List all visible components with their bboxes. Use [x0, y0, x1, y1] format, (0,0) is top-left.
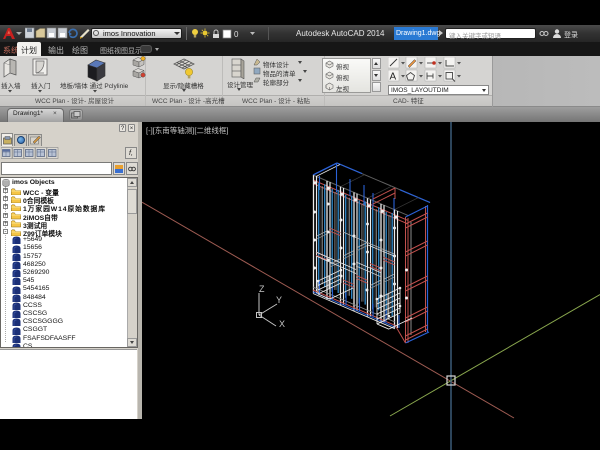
- svg-text:Y: Y: [276, 295, 282, 305]
- svg-text:0: 0: [234, 30, 239, 39]
- svg-text:X: X: [279, 319, 285, 329]
- svg-text:Z: Z: [259, 284, 265, 294]
- svg-text:A: A: [390, 72, 397, 83]
- svg-text:[-][东南等轴测][二维线框]: [-][东南等轴测][二维线框]: [146, 125, 229, 135]
